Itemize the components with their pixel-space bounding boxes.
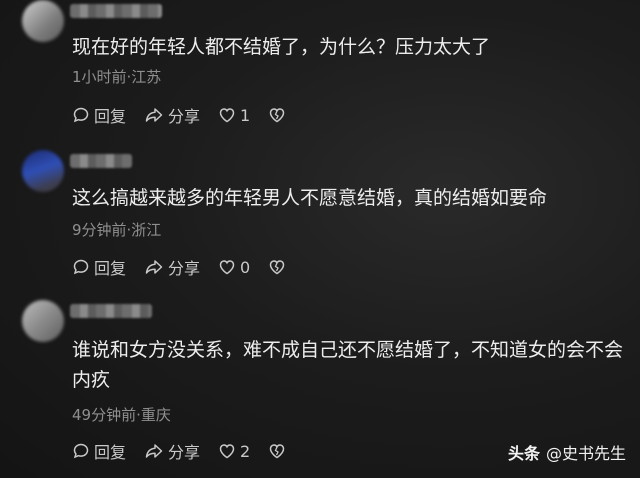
share-label: 分享 — [168, 107, 201, 126]
like-button[interactable]: 1 — [218, 106, 250, 125]
watermark-logo: 头条 — [507, 444, 540, 463]
heart-icon — [219, 444, 235, 459]
like-button[interactable]: 2 — [218, 442, 250, 461]
share-button[interactable]: 分享 — [144, 103, 200, 127]
dislike-icon — [269, 260, 285, 275]
comment-actions: 回复 分享 1 — [72, 104, 308, 126]
reply-button[interactable]: 回复 — [72, 255, 126, 279]
dislike-button[interactable] — [268, 258, 290, 276]
share-icon — [145, 260, 163, 274]
reply-button[interactable]: 回复 — [72, 439, 126, 463]
comment-meta: 9分钟前·浙江 — [72, 221, 162, 239]
dislike-icon — [269, 444, 285, 459]
reply-label: 回复 — [94, 443, 127, 462]
share-label: 分享 — [168, 259, 201, 278]
avatar[interactable] — [22, 150, 64, 192]
watermark: 头条 @史书先生 — [508, 440, 626, 464]
username-blurred[interactable] — [70, 154, 132, 168]
share-icon — [145, 108, 163, 122]
share-button[interactable]: 分享 — [144, 255, 200, 279]
comment-text: 现在好的年轻人都不结婚了，为什么？压力太大了 — [72, 36, 491, 58]
comment-icon — [73, 107, 89, 123]
dislike-button[interactable] — [268, 442, 290, 460]
like-button[interactable]: 0 — [218, 258, 250, 277]
dislike-icon — [269, 108, 285, 123]
comment-actions: 回复 分享 2 — [72, 440, 308, 462]
comment-actions: 回复 分享 0 — [72, 256, 308, 278]
share-button[interactable]: 分享 — [144, 439, 200, 463]
watermark-handle: @史书先生 — [545, 444, 626, 463]
reply-button[interactable]: 回复 — [72, 103, 126, 127]
comment-icon — [73, 443, 89, 459]
avatar[interactable] — [22, 300, 64, 342]
comment-text: 这么搞越来越多的年轻男人不愿意结婚，真的结婚如要命 — [72, 187, 548, 209]
comment-meta: 49分钟前·重庆 — [72, 406, 171, 424]
heart-icon — [219, 260, 235, 275]
share-label: 分享 — [168, 443, 201, 462]
dislike-button[interactable] — [268, 106, 290, 124]
comment-meta: 1小时前·江苏 — [72, 68, 162, 86]
comment-text: 谁说和女方没关系，难不成自己还不愿结婚了，不知道女的会不会内疚 — [72, 339, 624, 391]
reply-label: 回复 — [94, 107, 127, 126]
heart-icon — [219, 108, 235, 123]
like-count: 2 — [240, 441, 251, 461]
like-count: 0 — [240, 257, 251, 277]
share-icon — [145, 444, 163, 458]
avatar[interactable] — [22, 0, 64, 42]
like-count: 1 — [240, 105, 251, 125]
username-blurred[interactable] — [70, 304, 152, 318]
comment-icon — [73, 259, 89, 275]
reply-label: 回复 — [94, 259, 127, 278]
username-blurred[interactable] — [70, 4, 162, 18]
